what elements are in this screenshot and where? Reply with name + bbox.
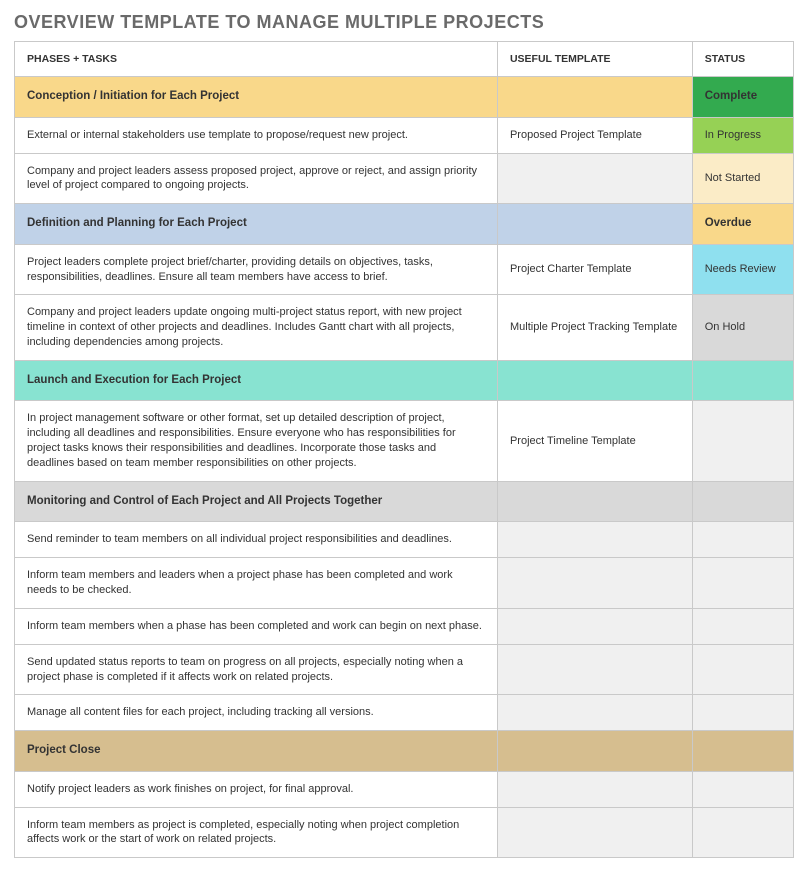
task-row: Send updated status reports to team on p… [15,644,794,695]
header-status: STATUS [692,42,793,77]
template-cell: Proposed Project Template [497,117,692,153]
task-text: Notify project leaders as work finishes … [15,771,498,807]
phase-row: Project Close [15,731,794,772]
page-title: OVERVIEW TEMPLATE TO MANAGE MULTIPLE PRO… [14,12,794,33]
template-cell [497,77,692,118]
task-row: Notify project leaders as work finishes … [15,771,794,807]
phase-label: Monitoring and Control of Each Project a… [15,481,498,522]
task-text: Send updated status reports to team on p… [15,644,498,695]
task-text: Inform team members and leaders when a p… [15,558,498,609]
template-cell [497,481,692,522]
phase-row: Conception / Initiation for Each Project… [15,77,794,118]
phase-label: Project Close [15,731,498,772]
task-row: Project leaders complete project brief/c… [15,244,794,295]
phase-row: Launch and Execution for Each Project [15,360,794,401]
status-cell [692,608,793,644]
phase-label: Launch and Execution for Each Project [15,360,498,401]
status-cell [692,522,793,558]
task-row: Manage all content files for each projec… [15,695,794,731]
status-cell [692,401,793,481]
status-cell [692,644,793,695]
template-cell: Project Charter Template [497,244,692,295]
status-cell [692,771,793,807]
template-cell [497,153,692,204]
task-row: Inform team members and leaders when a p… [15,558,794,609]
status-cell [692,481,793,522]
task-text: External or internal stakeholders use te… [15,117,498,153]
task-text: Inform team members when a phase has bee… [15,608,498,644]
task-text: Manage all content files for each projec… [15,695,498,731]
template-cell [497,360,692,401]
task-row: Inform team members when a phase has bee… [15,608,794,644]
status-cell [692,807,793,858]
task-text: Project leaders complete project brief/c… [15,244,498,295]
task-text: Send reminder to team members on all ind… [15,522,498,558]
status-cell: Needs Review [692,244,793,295]
task-row: Inform team members as project is comple… [15,807,794,858]
phase-label: Conception / Initiation for Each Project [15,77,498,118]
status-cell: Overdue [692,204,793,245]
task-row: In project management software or other … [15,401,794,481]
phase-row: Definition and Planning for Each Project… [15,204,794,245]
header-phases: PHASES + TASKS [15,42,498,77]
status-cell: Complete [692,77,793,118]
template-cell: Multiple Project Tracking Template [497,295,692,361]
task-row: External or internal stakeholders use te… [15,117,794,153]
projects-table: PHASES + TASKS USEFUL TEMPLATE STATUS Co… [14,41,794,858]
task-row: Company and project leaders update ongoi… [15,295,794,361]
header-row: PHASES + TASKS USEFUL TEMPLATE STATUS [15,42,794,77]
status-cell [692,731,793,772]
status-cell: Not Started [692,153,793,204]
task-row: Company and project leaders assess propo… [15,153,794,204]
phase-label: Definition and Planning for Each Project [15,204,498,245]
template-cell [497,644,692,695]
task-text: Company and project leaders update ongoi… [15,295,498,361]
task-text: In project management software or other … [15,401,498,481]
template-cell [497,608,692,644]
template-cell [497,771,692,807]
template-cell: Project Timeline Template [497,401,692,481]
template-cell [497,522,692,558]
status-cell [692,695,793,731]
status-cell [692,360,793,401]
phase-row: Monitoring and Control of Each Project a… [15,481,794,522]
header-template: USEFUL TEMPLATE [497,42,692,77]
template-cell [497,204,692,245]
status-cell [692,558,793,609]
template-cell [497,731,692,772]
status-cell: In Progress [692,117,793,153]
task-text: Inform team members as project is comple… [15,807,498,858]
template-cell [497,558,692,609]
template-cell [497,807,692,858]
task-row: Send reminder to team members on all ind… [15,522,794,558]
status-cell: On Hold [692,295,793,361]
task-text: Company and project leaders assess propo… [15,153,498,204]
template-cell [497,695,692,731]
